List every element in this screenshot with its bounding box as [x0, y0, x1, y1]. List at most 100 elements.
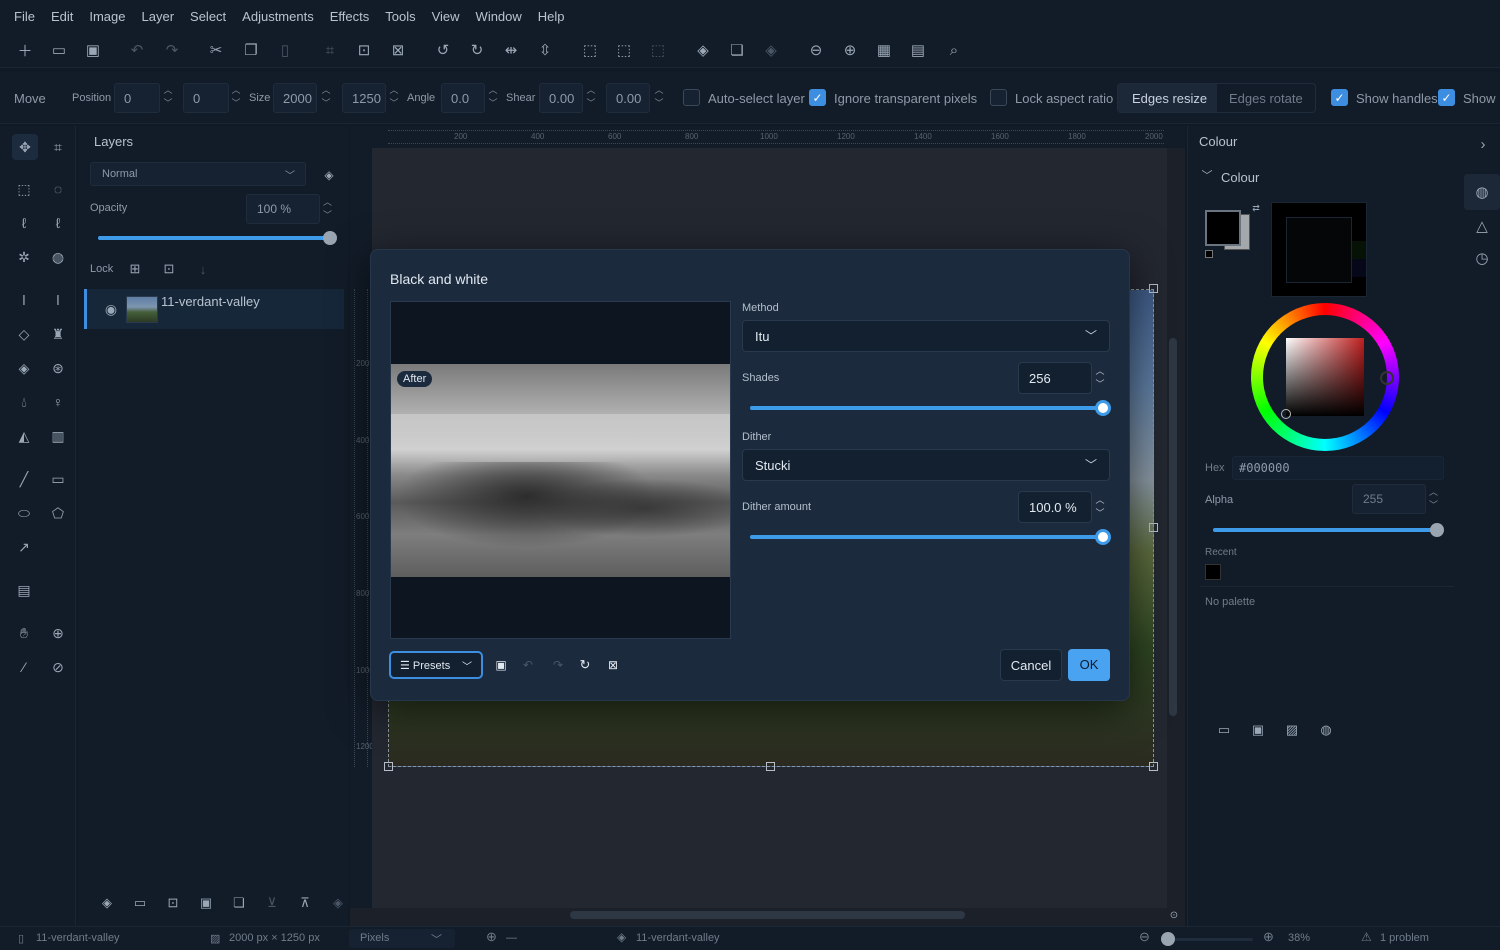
add-layer-icon[interactable]: ◈	[98, 894, 116, 912]
opacity-slider[interactable]	[98, 231, 337, 245]
dodge-icon[interactable]: ♀	[47, 391, 69, 413]
menu-view[interactable]: View	[424, 9, 468, 24]
status-problems[interactable]: 1 problem	[1380, 932, 1429, 944]
shear-x-stepper[interactable]: ︿ ﹀	[586, 84, 596, 112]
menu-edit[interactable]: Edit	[43, 9, 81, 24]
ignore-transparent-checkbox[interactable]: ✓	[809, 89, 826, 106]
shades-slider-knob[interactable]	[1095, 400, 1111, 416]
unit-select[interactable]: Pixels ﹀	[349, 929, 455, 948]
transform-handle[interactable]	[766, 762, 775, 771]
color-handle[interactable]	[1281, 409, 1291, 419]
zoom-out-icon[interactable]: ⊖	[806, 40, 826, 60]
edges-rotate-option[interactable]: Edges rotate	[1217, 84, 1315, 112]
arrow-tool-icon[interactable]: ↗	[13, 536, 35, 558]
save-preset-icon[interactable]: ▣	[492, 656, 510, 674]
open-folder-icon[interactable]: ▭	[49, 40, 69, 60]
measure-icon[interactable]: ⊘	[47, 656, 69, 678]
fill-bucket-icon[interactable]: ◭	[13, 425, 35, 447]
search-icon[interactable]: ⌕	[944, 40, 964, 60]
opacity-input[interactable]: 100 %	[246, 194, 320, 224]
hand-tool-icon[interactable]: ✋︎	[13, 622, 35, 644]
resize-image-icon[interactable]: ⊡	[354, 40, 374, 60]
flip-horizontal-icon[interactable]: ⇹	[501, 40, 521, 60]
lock-pixels-icon[interactable]: ⊞	[126, 260, 144, 278]
move-tool-icon[interactable]: ✥	[12, 134, 38, 160]
smudge-icon[interactable]: ◈	[13, 357, 35, 379]
menu-image[interactable]: Image	[81, 9, 133, 24]
color-grid[interactable]	[1271, 202, 1367, 297]
primary-color-swatch[interactable]	[1205, 210, 1241, 246]
flatten-icon[interactable]: ⊼	[296, 894, 314, 912]
menu-effects[interactable]: Effects	[322, 9, 378, 24]
size-height-stepper[interactable]: ︿ ﹀	[389, 84, 399, 112]
edges-resize-option[interactable]: Edges resize	[1118, 84, 1217, 112]
redo-icon[interactable]: ↷	[162, 40, 182, 60]
pencil-icon[interactable]: ǀ	[47, 289, 69, 311]
open-palette-icon[interactable]: ▭	[1215, 721, 1233, 739]
layer-item[interactable]: ◉ 11-verdant-valley	[84, 289, 344, 329]
zoom-tool-icon[interactable]: ⊕	[47, 622, 69, 644]
auto-select-checkbox[interactable]	[683, 89, 700, 106]
adjustment-layer-icon[interactable]: ▣	[197, 894, 215, 912]
add-layer-icon[interactable]: ◈	[693, 40, 713, 60]
alpha-slider[interactable]	[1213, 523, 1444, 537]
zoom-in-icon[interactable]: ⊕	[1263, 929, 1274, 945]
merge-layer-icon[interactable]: ◈	[761, 40, 781, 60]
transform-handle[interactable]	[384, 762, 393, 771]
zoom-slider-knob[interactable]	[1161, 932, 1175, 946]
dither-amount-input[interactable]: 100.0 %	[1018, 491, 1092, 523]
palette-tab[interactable]: ◍	[1464, 174, 1500, 210]
blur-icon[interactable]: 💧︎	[13, 391, 35, 413]
position-x-stepper[interactable]: ︿ ﹀	[163, 84, 173, 112]
swap-colors-icon[interactable]: ⇄	[1250, 202, 1262, 214]
magnetic-lasso-icon[interactable]: ℓ	[47, 212, 69, 234]
magic-wand-icon[interactable]: ✲	[13, 246, 35, 268]
lock-all-icon[interactable]: ↓	[194, 260, 212, 278]
ok-button[interactable]: OK	[1068, 649, 1110, 681]
vertical-scrollbar[interactable]	[1169, 338, 1177, 716]
transform-handle[interactable]	[1149, 762, 1158, 771]
reset-icon[interactable]: ↻	[576, 656, 594, 674]
invert-selection-icon[interactable]: ⬚	[648, 40, 668, 60]
save-palette-icon[interactable]: ▣	[1249, 721, 1267, 739]
color-select-icon[interactable]: ◍	[47, 246, 69, 268]
rect-select-icon[interactable]: ⬚	[13, 178, 35, 200]
color-grid-cell[interactable]	[1352, 241, 1366, 259]
undo-icon[interactable]: ↶	[519, 656, 537, 674]
alpha-slider-knob[interactable]	[1430, 523, 1444, 537]
alpha-stepper[interactable]: ︿ ﹀	[1429, 486, 1439, 512]
palette-from-image-icon[interactable]: ▨	[1283, 721, 1301, 739]
navigator-icon[interactable]: ⊙	[1168, 909, 1180, 921]
cancel-button[interactable]: Cancel	[1000, 649, 1062, 681]
undo-icon[interactable]: ↶	[127, 40, 147, 60]
zoom-in-icon[interactable]: ⊕	[840, 40, 860, 60]
presets-button[interactable]: ☰ Presets ﹀	[389, 651, 483, 679]
merge-down-icon[interactable]: ⊻	[263, 894, 281, 912]
position-y-stepper[interactable]: ︿ ﹀	[231, 84, 241, 112]
angle-stepper[interactable]: ︿ ﹀	[488, 84, 498, 112]
transform-handle[interactable]	[1149, 284, 1158, 293]
chevron-right-icon[interactable]: ›	[1476, 136, 1490, 153]
lasso-icon[interactable]: ℓ	[13, 212, 35, 234]
opacity-slider-knob[interactable]	[323, 231, 337, 245]
method-select[interactable]: Itu ﹀	[742, 320, 1110, 352]
warning-tab-icon[interactable]: △	[1474, 218, 1490, 235]
shades-input[interactable]: 256	[1018, 362, 1092, 394]
fit-window-icon[interactable]: ▦	[874, 40, 894, 60]
dither-select[interactable]: Stucki ﹀	[742, 449, 1110, 481]
crop-icon[interactable]: ⌗	[320, 40, 340, 60]
clone-stamp-icon[interactable]: ♜	[47, 323, 69, 345]
dither-amount-stepper[interactable]: ︿ ﹀	[1095, 494, 1105, 520]
paste-icon[interactable]: ▯	[275, 40, 295, 60]
saturation-value-square[interactable]	[1286, 338, 1364, 416]
opacity-stepper[interactable]: ︿ ﹀	[323, 196, 333, 222]
horizontal-scrollbar[interactable]	[570, 911, 965, 919]
brush-icon[interactable]: ǀ	[13, 289, 35, 311]
blend-mode-select[interactable]: Normal ﹀	[90, 162, 306, 186]
copy-icon[interactable]: ❐	[241, 40, 261, 60]
lock-position-icon[interactable]: ⊡	[160, 260, 178, 278]
layer-properties-icon[interactable]: ◈	[320, 166, 338, 184]
zoom-slider[interactable]	[1161, 932, 1253, 946]
position-x-input[interactable]: 0	[114, 83, 160, 113]
menu-tools[interactable]: Tools	[377, 9, 423, 24]
